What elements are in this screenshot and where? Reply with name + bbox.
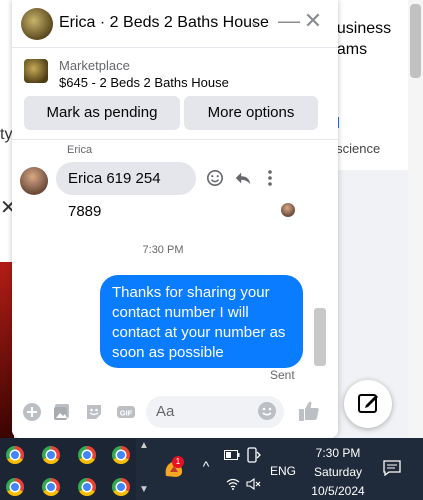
outgoing-message[interactable]: Thanks for sharing your contact number I…	[100, 275, 303, 368]
clock-date[interactable]: 10/5/2024	[306, 484, 370, 498]
close-icon[interactable]: ✕	[302, 6, 324, 36]
more-options-button[interactable]: More options	[184, 96, 318, 130]
chat-header[interactable]: Erica · 2 Beds 2 Baths House ⌄ — ✕	[12, 0, 338, 48]
message-input-placeholder: Aa	[156, 403, 175, 420]
chrome-icon[interactable]	[42, 446, 60, 464]
chrome-icon[interactable]	[78, 478, 96, 496]
emoji-icon[interactable]	[257, 401, 277, 421]
gif-icon[interactable]: GIF	[116, 402, 136, 422]
listing-thumbnail[interactable]	[24, 59, 48, 83]
notification-center-icon[interactable]	[383, 460, 401, 476]
message-timestamp: 7:30 PM	[142, 244, 184, 256]
svg-text:GIF: GIF	[120, 409, 133, 418]
chrome-icon[interactable]	[6, 478, 24, 496]
chat-title[interactable]: Erica · 2 Beds 2 Baths House	[59, 14, 269, 32]
avatar[interactable]	[20, 167, 48, 195]
message-status: Sent	[270, 368, 295, 382]
seen-avatar	[281, 203, 295, 217]
chevron-down-icon[interactable]: ⌄	[249, 14, 260, 30]
like-icon[interactable]	[297, 399, 321, 423]
marketplace-label: Marketplace	[59, 58, 130, 73]
notification-badge: 1	[172, 456, 184, 468]
chrome-icon[interactable]	[42, 478, 60, 496]
smile-icon[interactable]	[206, 169, 224, 187]
battery-icon[interactable]	[224, 450, 240, 460]
sticker-icon[interactable]	[84, 402, 104, 422]
taskbar-app-icons	[0, 438, 136, 500]
wifi-icon[interactable]	[226, 478, 240, 490]
chevron-up-icon[interactable]: ^	[198, 458, 214, 474]
message-list[interactable]: Erica Erica 619 254 7889 7:30 PM Thanks …	[12, 140, 338, 388]
chrome-icon[interactable]	[112, 446, 130, 464]
sender-name: Erica	[67, 144, 93, 156]
marketplace-panel: Marketplace $645 - 2 Beds 2 Baths House …	[12, 48, 338, 140]
chrome-icon[interactable]	[78, 446, 96, 464]
image-icon[interactable]	[52, 402, 72, 422]
chat-window: Erica · 2 Beds 2 Baths House ⌄ — ✕ Marke…	[12, 0, 338, 438]
clock-day[interactable]: Saturday	[308, 465, 368, 479]
incoming-message[interactable]: Erica 619 254 7889	[56, 162, 196, 220]
chrome-icon[interactable]	[6, 446, 24, 464]
phone-link-icon[interactable]	[247, 447, 261, 463]
more-icon[interactable]	[266, 168, 274, 188]
background-left-text: ty	[0, 126, 13, 143]
compose-icon	[358, 394, 378, 413]
reply-icon[interactable]	[234, 169, 252, 187]
chrome-icon[interactable]	[112, 478, 130, 496]
plus-icon[interactable]	[22, 402, 42, 422]
composer: GIF Aa	[12, 388, 338, 438]
minimize-icon[interactable]: —	[278, 6, 300, 36]
listing-title[interactable]: $645 - 2 Beds 2 Baths House	[59, 75, 229, 90]
taskbar-scroll-down-icon[interactable]: ▼	[138, 484, 150, 498]
page-scrollbar-thumb[interactable]	[410, 4, 421, 78]
new-message-button[interactable]	[344, 380, 392, 428]
taskbar-scroll-up-icon[interactable]: ▲	[138, 440, 150, 454]
messages-scrollbar-thumb[interactable]	[314, 308, 326, 366]
volume-muted-icon[interactable]	[246, 478, 262, 490]
avatar[interactable]	[21, 8, 53, 40]
mark-as-pending-button[interactable]: Mark as pending	[24, 96, 180, 130]
clock-time[interactable]: 7:30 PM	[312, 446, 364, 460]
language-indicator[interactable]: ENG	[270, 464, 296, 478]
